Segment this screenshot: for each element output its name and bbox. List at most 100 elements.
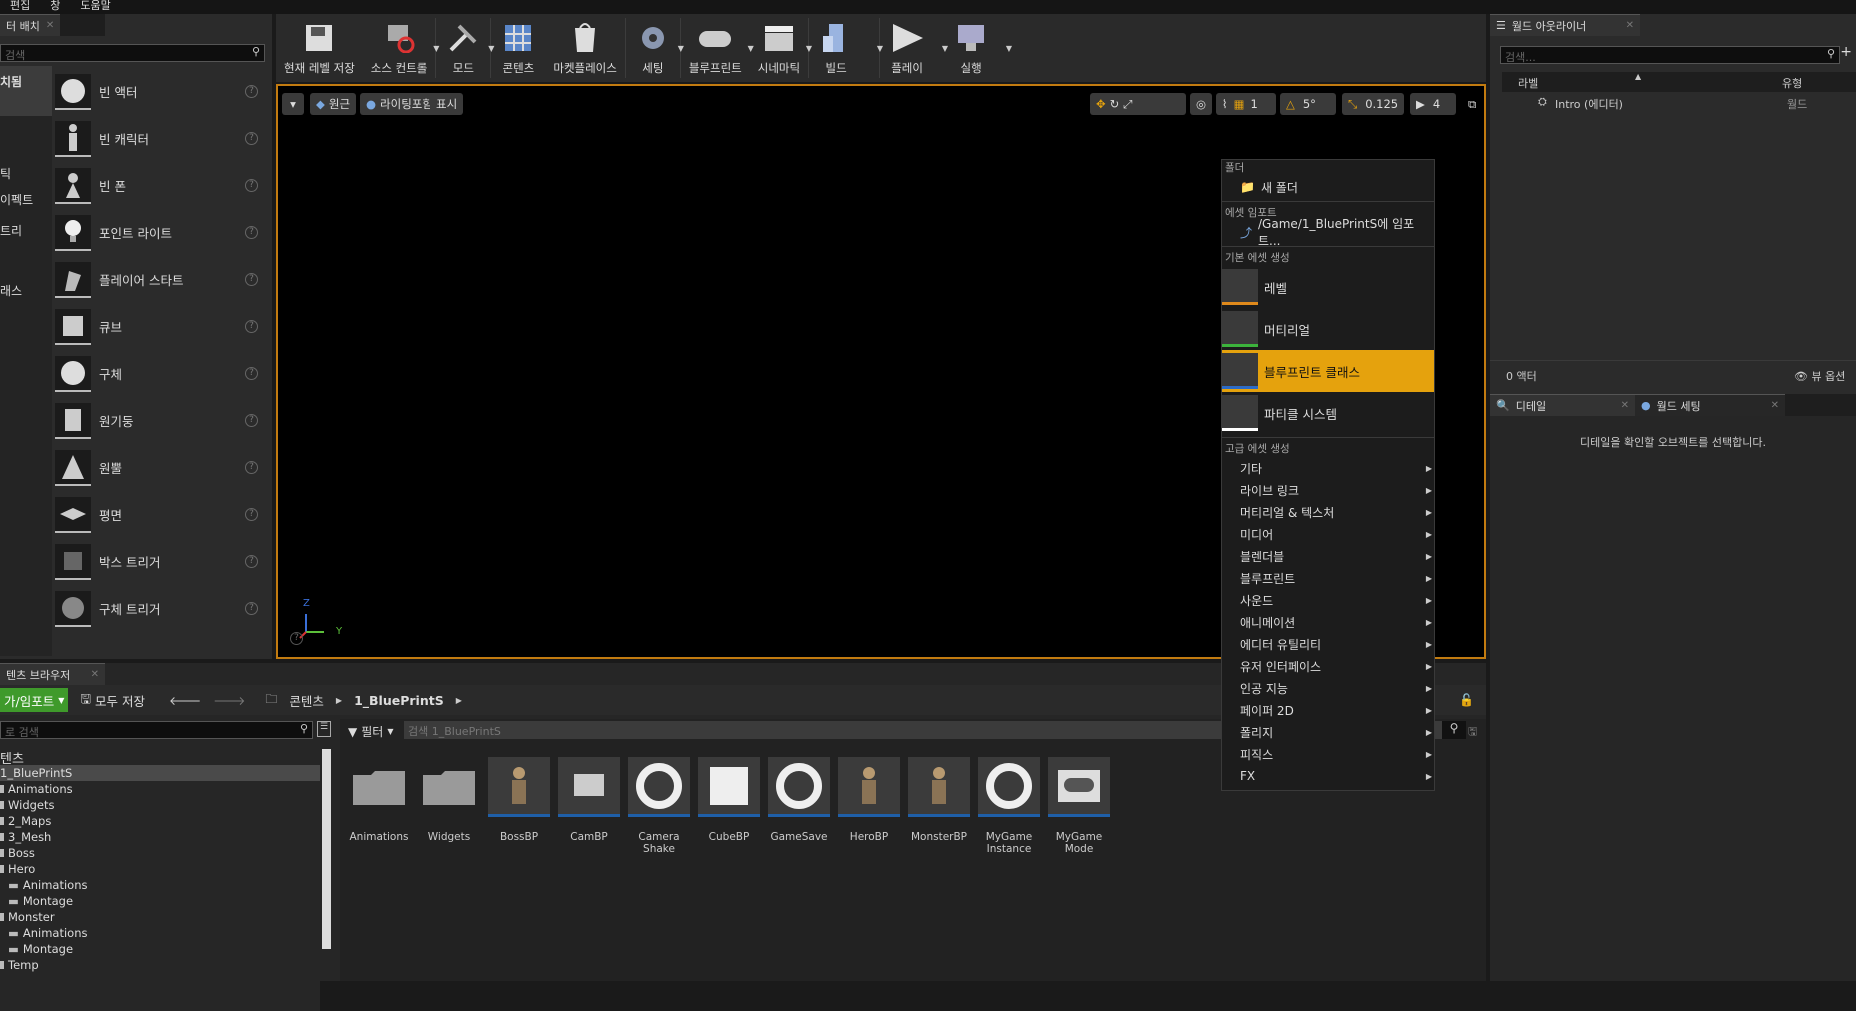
save-search-icon[interactable]: 🖫 [1468,723,1477,742]
blueprint-class-item[interactable]: 블루프린트 클래스 [1222,350,1434,392]
material-item[interactable]: 머티리얼 [1222,308,1434,350]
view-options-button[interactable]: 👁 뷰 옵션 [1794,368,1845,384]
submenu-item[interactable]: 피직스 ▶ [1222,743,1434,765]
scale-snap[interactable]: ⤡ 0.125 [1342,93,1404,115]
level-item[interactable]: 레벨 [1222,266,1434,308]
submenu-item[interactable]: 폴리지 ▶ [1222,721,1434,743]
grid-snap-icon[interactable]: ▦ [1234,97,1245,111]
asset-tile[interactable]: Animations [348,757,410,843]
chevron-right-icon[interactable]: ▶ [456,696,462,705]
help-icon[interactable]: ? [245,320,258,333]
modes-button[interactable]: 모드 ▼ [436,14,494,82]
list-item[interactable]: 구체? [55,350,270,397]
asset-tile[interactable]: MyGame Instance [978,757,1040,855]
save-level-button[interactable]: 현재 레벨 저장 [276,14,363,82]
menu-window[interactable]: 창 [40,0,70,14]
submenu-item[interactable]: 머티리얼 & 텍스처 ▶ [1222,501,1434,523]
close-icon[interactable]: ✕ [91,669,99,680]
submenu-item[interactable]: 유저 인터페이스 ▶ [1222,655,1434,677]
tree-item[interactable]: Widgets [0,797,320,813]
back-arrow-icon[interactable]: 🡐 [169,693,201,708]
close-icon[interactable]: ✕ [46,20,54,31]
breadcrumb-root[interactable]: 콘텐츠 [289,691,324,710]
add-icon[interactable]: + [1840,44,1852,60]
lock-icon[interactable]: 🔓 [1459,693,1474,707]
tree-toggle-icon[interactable]: ☰ [317,721,331,737]
perspective-button[interactable]: ◆ 원근 [310,93,357,115]
tree-item[interactable]: 1_BluePrintS [0,765,320,781]
list-item[interactable]: 평면? [55,491,270,538]
help-icon[interactable]: ? [245,555,258,568]
table-row[interactable]: ⛭ Intro (에디터) 월드 [1502,94,1856,112]
submenu-item[interactable]: FX ▶ [1222,765,1434,787]
asset-tile[interactable]: Widgets [418,757,480,843]
add-import-button[interactable]: 가/임포트 ▼ [0,688,69,712]
list-item[interactable]: 원기둥? [55,397,270,444]
list-item[interactable]: 원뿔? [55,444,270,491]
asset-tile[interactable]: CubeBP [698,757,760,843]
submenu-item[interactable]: 애니메이션 ▶ [1222,611,1434,633]
column-type[interactable]: 유형 [1782,75,1802,91]
new-folder-item[interactable]: 📁 새 폴더 [1222,176,1434,198]
submenu-item[interactable]: 에디터 유틸리티 ▶ [1222,633,1434,655]
chevron-down-icon[interactable]: ▼ [1006,44,1012,53]
menu-edit[interactable]: 편집 [0,0,40,14]
list-item[interactable]: 포인트 라이트? [55,209,270,256]
help-icon[interactable]: ? [245,85,258,98]
outliner-search-input[interactable]: 검색... ⚲ [1500,46,1840,64]
column-label[interactable]: 라벨 [1518,75,1538,91]
build-button[interactable]: 빌드 ▼ [809,14,883,82]
viewport-options-button[interactable]: ▾ [282,93,304,115]
search-input[interactable]: 검색 ⚲ [0,44,265,62]
import-item[interactable]: ⤴ /Game/1_BluePrintS에 임포트... [1222,217,1434,248]
rotate-icon[interactable]: ↻ [1110,97,1120,111]
breadcrumb-current[interactable]: 1_BluePrintS [354,693,444,708]
submenu-item[interactable]: 미디어 ▶ [1222,523,1434,545]
submenu-item[interactable]: 사운드 ▶ [1222,589,1434,611]
content-button[interactable]: 콘텐츠 [491,14,545,82]
blueprints-button[interactable]: 블루프린트 ▼ [681,14,754,82]
help-icon[interactable]: ? [245,602,258,615]
help-icon[interactable]: ? [245,461,258,474]
list-item[interactable]: 플레이어 스타트? [55,256,270,303]
tab-world-settings[interactable]: ● 월드 세팅 ✕ [1635,394,1785,416]
help-icon[interactable]: ? [245,179,258,192]
asset-tile[interactable]: Camera Shake [628,757,690,855]
submenu-item[interactable]: 인공 지능 ▶ [1222,677,1434,699]
submenu-item[interactable]: 기타 ▶ [1222,457,1434,479]
forward-arrow-icon[interactable]: 🡒 [213,693,245,708]
launch-button[interactable]: 실행 ▼ [944,14,1012,82]
help-icon[interactable]: ? [245,226,258,239]
move-icon[interactable]: ✥ [1096,97,1106,111]
asset-tile[interactable]: HeroBP [838,757,900,843]
asset-tile[interactable]: CamBP [558,757,620,843]
help-icon[interactable]: ? [245,273,258,286]
tree-item[interactable]: Monster [0,909,320,925]
tree-item[interactable]: ▬ Animations [0,877,320,893]
save-all-button[interactable]: 🖫 모두 저장 [80,690,145,711]
source-control-button[interactable]: 소스 컨트롤 ▼ [363,14,439,82]
close-icon[interactable]: ✕ [1771,400,1779,411]
tree-item[interactable]: ▬ Animations [0,925,320,941]
submenu-item[interactable]: 페이퍼 2D ▶ [1222,699,1434,721]
tab-world-outliner[interactable]: ☰ 월드 아웃라이너 ✕ [1490,14,1640,36]
help-icon[interactable]: ? [245,367,258,380]
help-icon[interactable]: ? [245,508,258,521]
close-icon[interactable]: ✕ [1626,20,1634,31]
maximize-icon[interactable]: ⧉ [1462,93,1480,115]
help-icon[interactable]: ? [245,414,258,427]
list-item[interactable]: 빈 캐릭터? [55,115,270,162]
camera-speed[interactable]: ▶ 4 [1410,93,1456,115]
tab-details[interactable]: 🔍 디테일 ✕ [1490,394,1635,416]
tree-scrollbar[interactable] [322,749,331,949]
marketplace-button[interactable]: 마켓플레이스 [545,14,624,82]
filter-button[interactable]: ▼ 필터 ▼ [348,723,393,740]
tree-item[interactable]: 2_Maps [0,813,320,829]
help-icon[interactable]: ? [245,132,258,145]
grid-size-value[interactable]: 1 [1251,97,1258,111]
search-icon[interactable]: ⚲ [1442,721,1466,739]
tree-item[interactable]: 3_Mesh [0,829,320,845]
tree-item[interactable]: Animations [0,781,320,797]
list-item[interactable]: 큐브? [55,303,270,350]
tree-item[interactable]: 텐츠 [0,749,320,767]
